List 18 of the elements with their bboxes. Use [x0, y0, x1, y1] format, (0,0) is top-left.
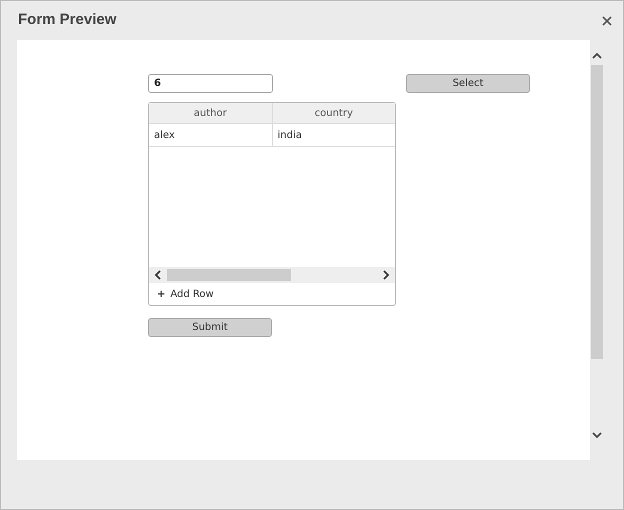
plus-icon: +: [157, 286, 166, 302]
column-header[interactable]: author: [149, 103, 272, 123]
horizontal-scrollbar[interactable]: [149, 267, 395, 283]
close-icon[interactable]: [602, 16, 612, 26]
table-cell: india: [272, 124, 395, 146]
add-row-button[interactable]: + Add Row: [149, 283, 395, 305]
column-header[interactable]: country: [272, 103, 395, 123]
submit-button[interactable]: Submit: [148, 318, 272, 337]
table-cell-text: alex: [153, 128, 176, 142]
scroll-thumb[interactable]: [591, 65, 603, 359]
scroll-right-icon[interactable]: [383, 270, 390, 280]
window-title: Form Preview: [18, 10, 116, 30]
scroll-left-icon[interactable]: [154, 270, 161, 280]
scroll-thumb[interactable]: [167, 269, 291, 281]
select-button[interactable]: Select: [406, 74, 530, 93]
number-field[interactable]: 6: [148, 74, 273, 93]
scroll-up-icon[interactable]: [592, 52, 602, 60]
scroll-down-icon[interactable]: [592, 431, 602, 439]
